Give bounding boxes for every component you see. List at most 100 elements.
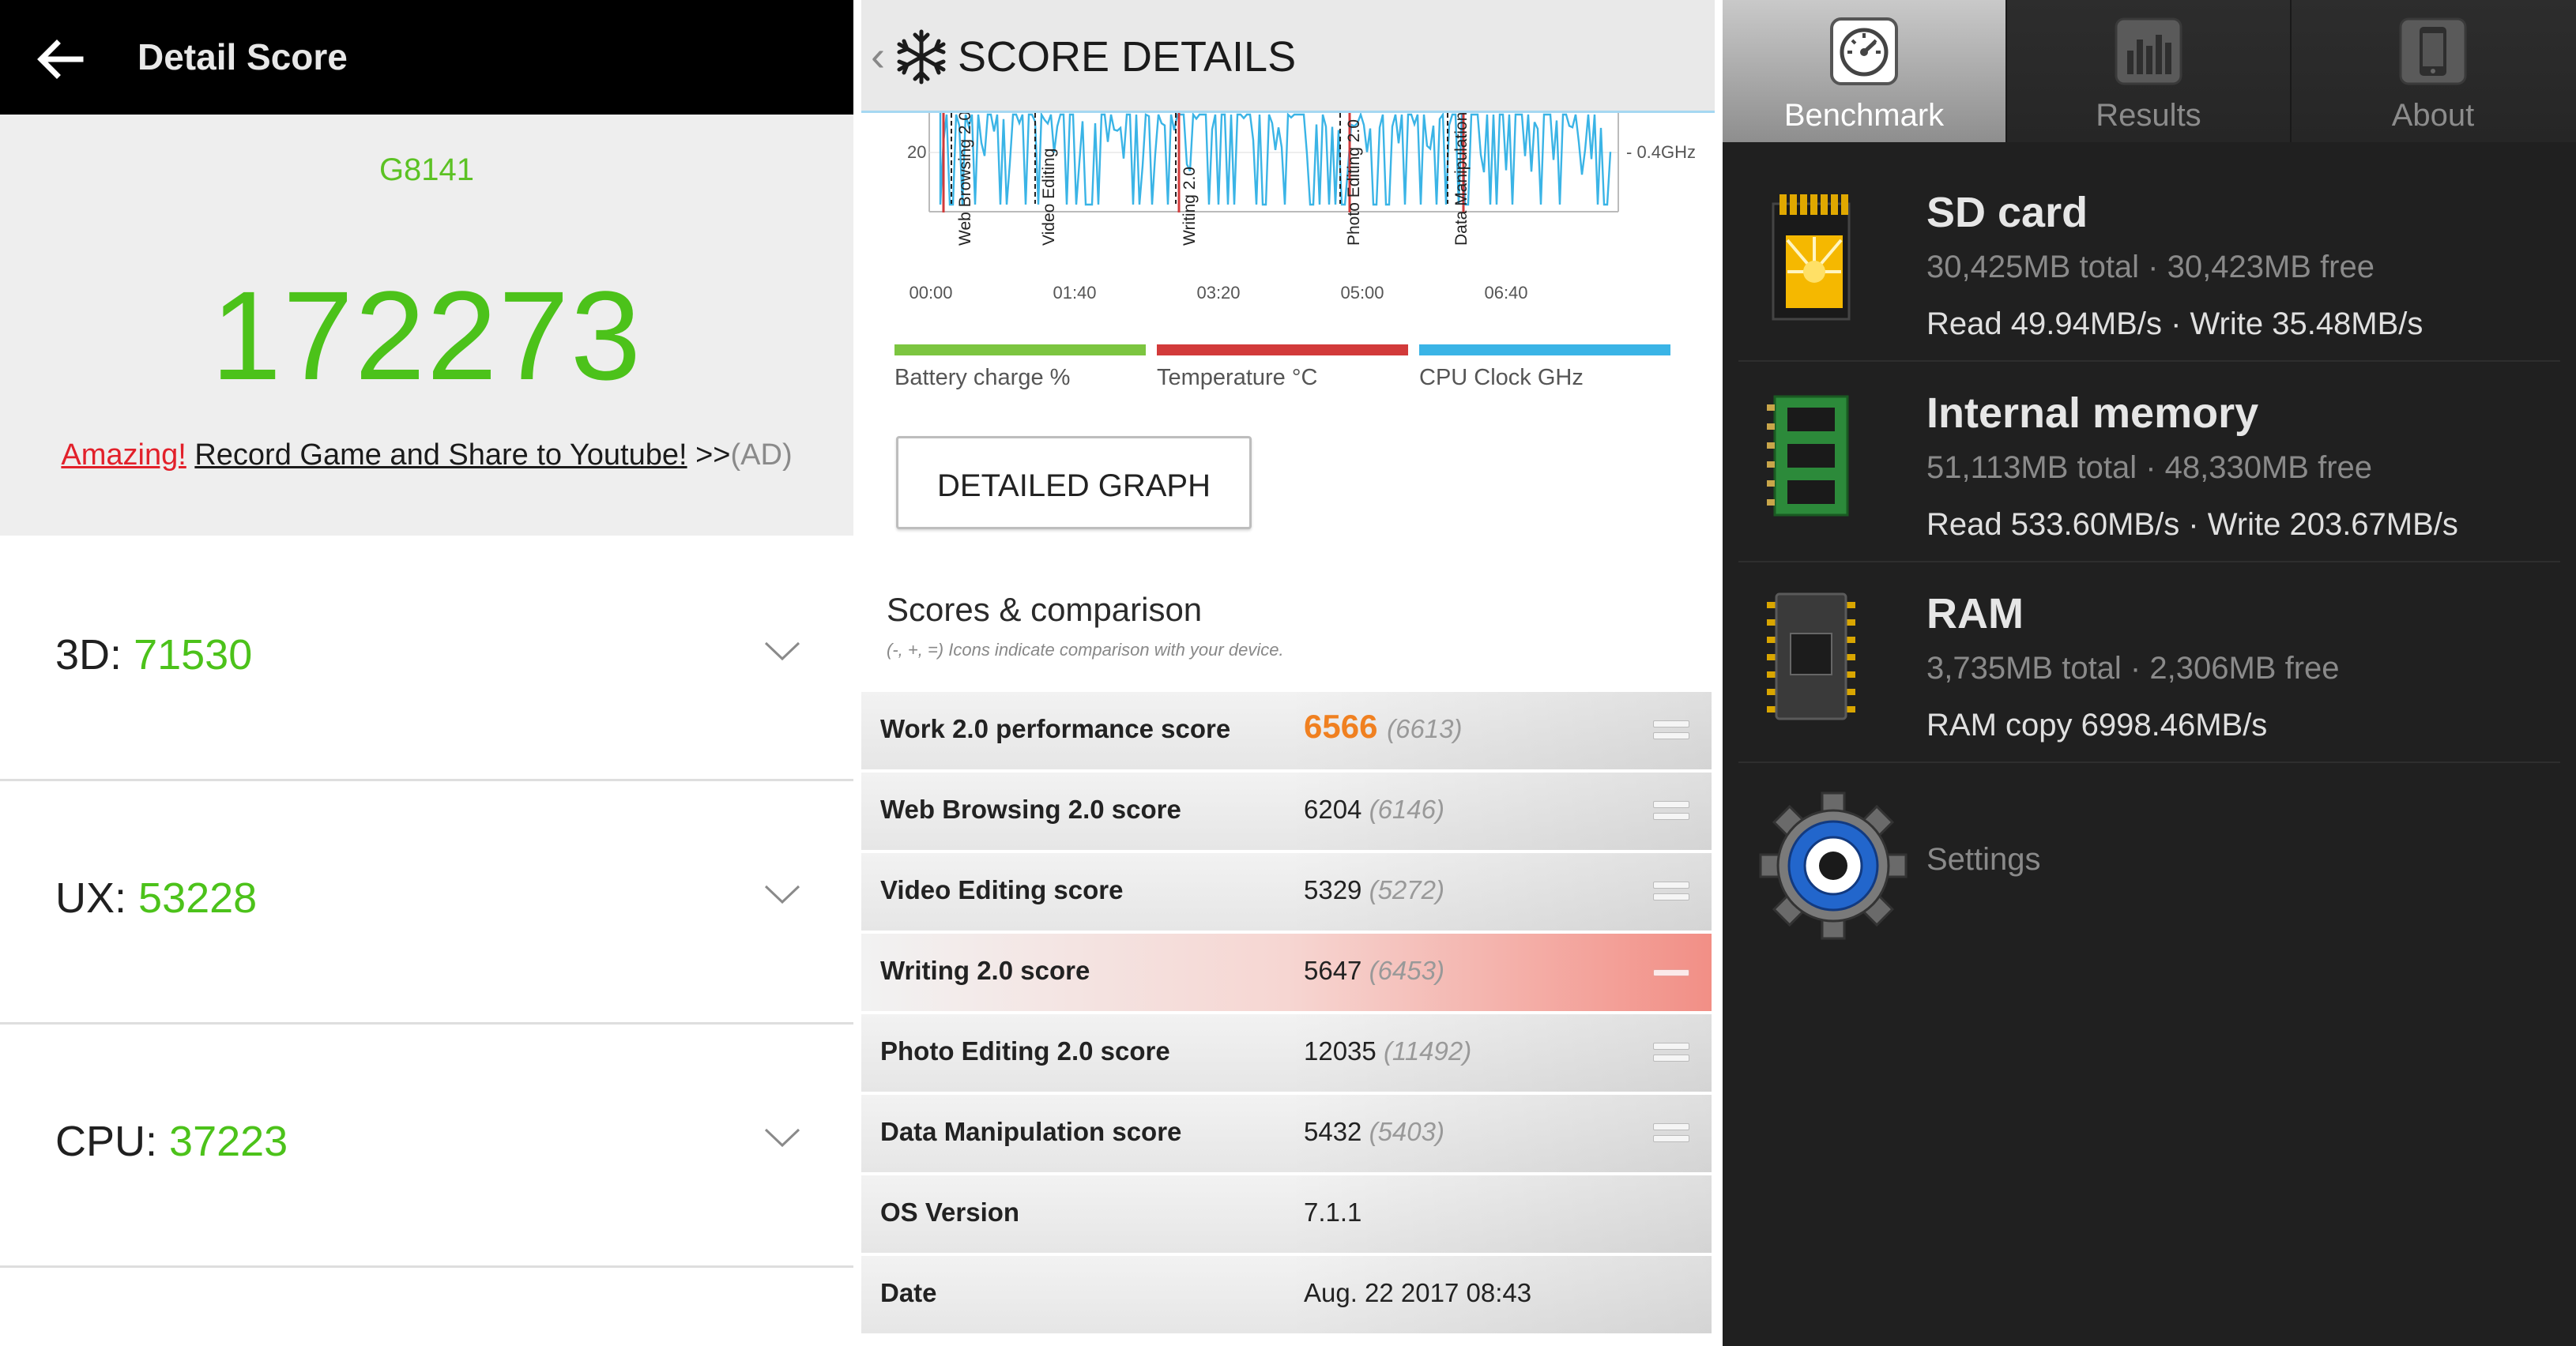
comparison-value: (5272) [1369, 875, 1444, 904]
legend-label: Temperature °C [1157, 365, 1318, 390]
x-axis-tick: 01:40 [1053, 283, 1096, 303]
tab-benchmark[interactable]: Benchmark [1723, 0, 2007, 142]
score-name: Web Browsing 2.0 score [880, 795, 1181, 824]
score-row: OS Version 7.1.1 [861, 1175, 1712, 1256]
ram-chip-icon [1767, 592, 1855, 720]
page-title: Detail Score [137, 36, 348, 77]
app-bar: Detail Score [0, 0, 853, 115]
x-axis-tick: 00:00 [909, 283, 952, 303]
item-title: RAM [1926, 590, 2024, 637]
comparison-value: (6453) [1369, 956, 1444, 985]
screenshot-collage: Detail Score G8141 172273 Amazing! Recor… [0, 0, 2576, 1346]
ad-record-link[interactable]: Record Game and Share to Youtube! [194, 438, 687, 472]
tab-label: About [2391, 98, 2475, 133]
detailed-graph-button[interactable]: DETAILED GRAPH [896, 436, 1252, 529]
score-value: 12035 [1304, 1036, 1377, 1066]
score-name: Video Editing score [880, 875, 1124, 904]
item-title: Internal memory [1926, 389, 2259, 437]
legend-battery: Battery charge % [894, 344, 1146, 391]
legend-swatch [1157, 344, 1408, 355]
score-summary: G8141 172273 Amazing! Record Game and Sh… [0, 115, 853, 536]
minus-icon [1653, 969, 1689, 976]
memory-chip-icon [1767, 395, 1849, 517]
comparison-value: (5403) [1369, 1117, 1444, 1146]
legend-label: CPU Clock GHz [1419, 365, 1584, 390]
chevron-down-icon[interactable] [763, 880, 802, 908]
settings-item[interactable]: Settings [1738, 782, 2560, 956]
comparison-value: (6146) [1369, 795, 1444, 824]
back-arrow-icon[interactable] [32, 32, 87, 87]
tab-label: Benchmark [1783, 98, 1945, 133]
score-row: Work 2.0 performance score 6566 (6613) [861, 692, 1712, 773]
score-details-screen: ‹ SCORE DETAILS Web Browsing 2.0 Video Ed… [861, 0, 1715, 1346]
score-name: Photo Editing 2.0 score [880, 1036, 1170, 1066]
speedometer-icon [1830, 17, 1898, 85]
equal-icon [1653, 801, 1689, 822]
equal-icon [1653, 1123, 1689, 1144]
score-value: 53228 [138, 874, 258, 922]
ad-tag: (AD) [730, 438, 793, 472]
ad-arrows: >> [687, 438, 731, 472]
score-row-3d[interactable]: 3D: 71530 [0, 536, 853, 781]
score-name: Writing 2.0 score [880, 956, 1090, 985]
internal-memory-item[interactable]: Internal memory 51,113MB total · 48,330M… [1738, 360, 2560, 562]
item-title: SD card [1926, 189, 2088, 236]
equal-icon [1653, 882, 1689, 902]
legend-label: Battery charge % [894, 365, 1071, 390]
score-value: 7.1.1 [1304, 1197, 1362, 1227]
item-result: Read 49.94MB/s · Write 35.48MB/s [1926, 306, 2423, 341]
score-row-ux[interactable]: UX: 53228 [0, 779, 853, 1025]
score-value: 6566 [1304, 708, 1378, 745]
score-row: Web Browsing 2.0 score 6204 (6146) [861, 773, 1712, 853]
score-name: OS Version [880, 1197, 1020, 1227]
ad-amazing-text[interactable]: Amazing! [61, 438, 186, 472]
legend-swatch [894, 344, 1146, 355]
detail-score-screen: Detail Score G8141 172273 Amazing! Recor… [0, 0, 853, 1346]
x-axis-tick: 03:20 [1196, 283, 1240, 303]
score-value: 71530 [134, 631, 253, 679]
scores-section-title: Scores & comparison [887, 591, 1203, 628]
ad-link[interactable]: Amazing! Record Game and Share to Youtub… [0, 438, 853, 472]
benchmark-screen: Benchmark Results About SD card 30,425MB… [1723, 0, 2576, 1346]
section-label: Web Browsing 2.0 [956, 113, 974, 246]
y-axis-tick-right: - 0.4GHz [1626, 142, 1696, 162]
score-name: Data Manipulation score [880, 1117, 1182, 1146]
score-value: Aug. 22 2017 08:43 [1304, 1278, 1532, 1307]
item-result: RAM copy 6998.46MB/s [1926, 708, 2268, 743]
snowflake-icon [897, 29, 946, 85]
score-name: Date [880, 1278, 937, 1307]
score-row: Data Manipulation score 5432 (5403) [861, 1095, 1712, 1175]
chevron-down-icon[interactable] [763, 1123, 802, 1152]
score-row-cpu[interactable]: CPU: 37223 [0, 1022, 853, 1268]
score-row: Photo Editing 2.0 score 12035 (11492) [861, 1014, 1712, 1095]
tab-bar: Benchmark Results About [1723, 0, 2576, 142]
y-axis-tick: 20 [907, 142, 926, 162]
total-score: 172273 [211, 265, 642, 406]
tab-about[interactable]: About [2292, 0, 2576, 142]
legend-cpu-clock: CPU Clock GHz [1419, 344, 1670, 391]
section-label: Data Manipulation [1452, 113, 1471, 246]
bar-chart-icon [2115, 17, 2182, 85]
back-chevron-icon[interactable]: ‹ [871, 32, 885, 81]
score-row: Date Aug. 22 2017 08:43 [861, 1256, 1712, 1337]
item-result: Read 533.60MB/s · Write 203.67MB/s [1926, 507, 2458, 542]
settings-gear-icon [1759, 791, 1908, 940]
sd-card-item[interactable]: SD card 30,425MB total · 30,423MB free R… [1738, 160, 2560, 362]
score-row: Writing 2.0 score 5647 (6453) [861, 934, 1712, 1014]
sd-card-icon [1772, 194, 1851, 321]
page-title: SCORE DETAILS [958, 33, 1297, 81]
comparison-value: (11492) [1383, 1036, 1472, 1066]
tab-label: Results [2096, 98, 2201, 133]
score-label: CPU: [55, 1118, 158, 1165]
equal-icon [1653, 1043, 1689, 1063]
legend-temperature: Temperature °C [1157, 344, 1408, 391]
ram-item[interactable]: RAM 3,735MB total · 2,306MB free RAM cop… [1738, 561, 2560, 763]
score-name: Work 2.0 performance score [880, 714, 1231, 743]
score-value: 37223 [169, 1118, 288, 1165]
tab-results[interactable]: Results [2007, 0, 2292, 142]
item-capacity: 3,735MB total · 2,306MB free [1926, 651, 2340, 686]
score-label: UX: [55, 874, 127, 922]
chevron-down-icon[interactable] [763, 637, 802, 665]
score-value: 6204 [1304, 795, 1362, 824]
section-label: Video Editing [1040, 149, 1058, 246]
